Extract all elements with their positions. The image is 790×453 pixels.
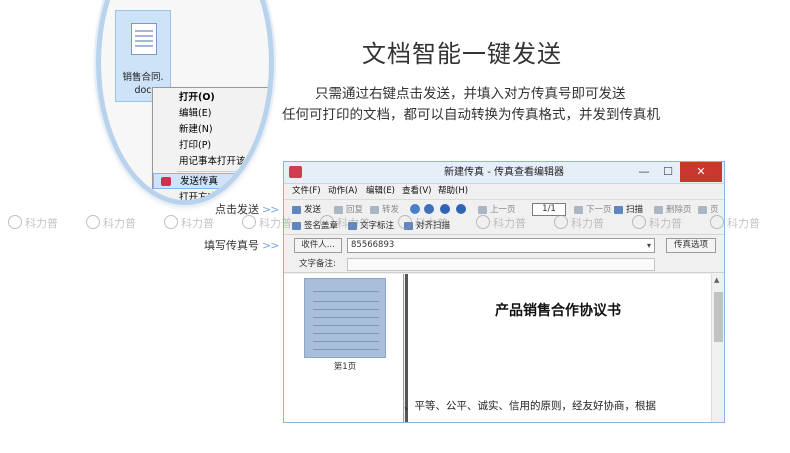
zoom-out-icon[interactable] <box>456 204 466 214</box>
thumbnail-line <box>313 309 379 310</box>
document-body-text: 、平等、公平、诚实、信用的原则，经友好协商，根据 <box>404 400 656 412</box>
fax-options-button[interactable]: 传真选项 <box>666 238 716 253</box>
note-label: 文字备注: <box>299 259 336 269</box>
thumbnail-pane: 第1页 <box>284 274 404 422</box>
note-input[interactable] <box>347 258 655 271</box>
menu-edit[interactable]: 编辑(E) <box>366 184 395 199</box>
close-button[interactable]: ✕ <box>680 162 722 182</box>
menu-item-print[interactable]: 打印(P) <box>153 138 269 154</box>
page-thumbnail[interactable] <box>304 278 386 358</box>
recipient-button[interactable]: 收件人... <box>294 238 342 253</box>
page-button[interactable]: 页 <box>698 203 719 217</box>
watermark: 科力普 <box>8 213 58 235</box>
headline: 文档智能一键发送 <box>362 40 562 68</box>
watermark-logo-icon <box>164 215 178 229</box>
arrow-indicator: >> <box>262 203 279 216</box>
menu-item-label: 打开(O) <box>179 92 215 103</box>
forward-button[interactable]: 转发 <box>370 203 399 217</box>
menu-item-new[interactable]: 新建(N) <box>153 122 269 138</box>
recipient-value: 85566893 <box>351 240 395 250</box>
zoom-width-icon[interactable] <box>424 204 434 214</box>
menu-item-label: 打印(P) <box>179 140 212 151</box>
watermark-logo-icon <box>242 215 256 229</box>
context-menu: 打开(O) 编辑(E) 新建(N) 打印(P) 用记事本打开该文件 发送传真 打… <box>152 87 269 200</box>
fax-editor-window: 新建传真 - 传真查看编辑器 — ☐ ✕ 文件(F) 动作(A) 编辑(E) 查… <box>283 161 725 423</box>
recipient-input[interactable]: 85566893 ▾ <box>347 238 655 253</box>
align-scan-button[interactable]: 对齐扫描 <box>404 219 450 233</box>
scan-button[interactable]: 扫描 <box>614 203 643 217</box>
send-button[interactable]: 发送 <box>292 203 321 217</box>
menu-item-label: 新建(N) <box>179 124 213 135</box>
thumbnail-line <box>313 291 379 292</box>
document-title: 产品销售合作协议书 <box>495 303 621 319</box>
zoom-fit-icon[interactable] <box>410 204 420 214</box>
menu-item-open-notepad[interactable]: 用记事本打开该文件 <box>153 154 269 170</box>
annotation-click-send: 点击发送 >> <box>215 203 279 216</box>
watermark-logo-icon <box>86 215 100 229</box>
note-row: 文字备注: <box>284 257 724 273</box>
reply-button[interactable]: 回复 <box>334 203 363 217</box>
zoom-in-icon[interactable] <box>440 204 450 214</box>
scroll-thumb[interactable] <box>714 292 723 342</box>
prev-page-button[interactable]: 上一页 <box>478 203 516 217</box>
watermark-logo-icon <box>8 215 22 229</box>
menu-file[interactable]: 文件(F) <box>292 184 321 199</box>
menu-item-label: 编辑(E) <box>179 108 212 119</box>
annotation-fill-fax: 填写传真号 >> <box>204 239 279 252</box>
menu-separator <box>177 171 269 172</box>
title-bar[interactable]: 新建传真 - 传真查看编辑器 — ☐ ✕ <box>284 162 724 184</box>
minimize-button[interactable]: — <box>632 162 656 182</box>
menu-item-label: 用记事本打开该文件 <box>179 156 265 167</box>
thumbnail-line <box>313 325 379 326</box>
watermark: 科力普 <box>86 213 136 235</box>
vertical-scrollbar[interactable]: ▲ <box>711 274 724 422</box>
menu-action[interactable]: 动作(A) <box>328 184 357 199</box>
subline-1: 只需通过右键点击发送，并填入对方传真号即可发送 <box>315 86 626 102</box>
menu-item-label: 发送传真 <box>180 176 219 187</box>
file-name: 销售合同. <box>122 72 164 83</box>
magnifier-content: 销售合同. doc 打开(O) 编辑(E) 新建(N) 打印(P) 用记事本打开… <box>101 5 269 200</box>
menu-item-send-fax[interactable]: 发送传真 <box>153 173 269 189</box>
menu-help[interactable]: 帮助(H) <box>438 184 468 199</box>
thumbnail-line <box>313 349 379 350</box>
toolbar: 发送 回复 转发 上一页 1/1 下一页 扫描 删除页 页 签名盖章 文字标注 … <box>284 199 724 235</box>
thumbnail-line <box>313 317 379 318</box>
menu-item-open[interactable]: 打开(O) <box>153 90 269 106</box>
signature-stamp-button[interactable]: 签名盖章 <box>292 219 338 233</box>
document-view: 产品销售合作协议书 、平等、公平、诚实、信用的原则，经友好协商，根据 <box>404 274 711 422</box>
thumbnail-line <box>313 341 379 342</box>
subline-2: 任何可打印的文档，都可以自动转换为传真格式，并发到传真机 <box>282 107 660 123</box>
magnifier-circle: 销售合同. doc 打开(O) 编辑(E) 新建(N) 打印(P) 用记事本打开… <box>96 0 274 205</box>
page-indicator-input[interactable]: 1/1 <box>532 203 566 216</box>
scroll-up-icon[interactable]: ▲ <box>714 276 719 284</box>
document-file-icon <box>131 23 157 55</box>
recipient-row: 收件人... 85566893 ▾ 传真选项 <box>284 236 724 256</box>
menu-item-edit[interactable]: 编辑(E) <box>153 106 269 122</box>
watermark: 科力普 <box>164 213 214 235</box>
maximize-button[interactable]: ☐ <box>656 162 680 182</box>
delete-page-button[interactable]: 删除页 <box>654 203 692 217</box>
fax-icon <box>161 177 171 186</box>
thumbnail-caption: 第1页 <box>333 362 357 372</box>
thumbnail-line <box>313 333 379 334</box>
menu-view[interactable]: 查看(V) <box>402 184 431 199</box>
thumbnail-line <box>313 301 379 302</box>
next-page-button[interactable]: 下一页 <box>574 203 612 217</box>
menu-bar: 文件(F) 动作(A) 编辑(E) 查看(V) 帮助(H) <box>284 184 724 199</box>
chevron-down-icon[interactable]: ▾ <box>647 239 651 252</box>
arrow-indicator: >> <box>262 239 279 252</box>
text-note-button[interactable]: 文字标注 <box>348 219 394 233</box>
